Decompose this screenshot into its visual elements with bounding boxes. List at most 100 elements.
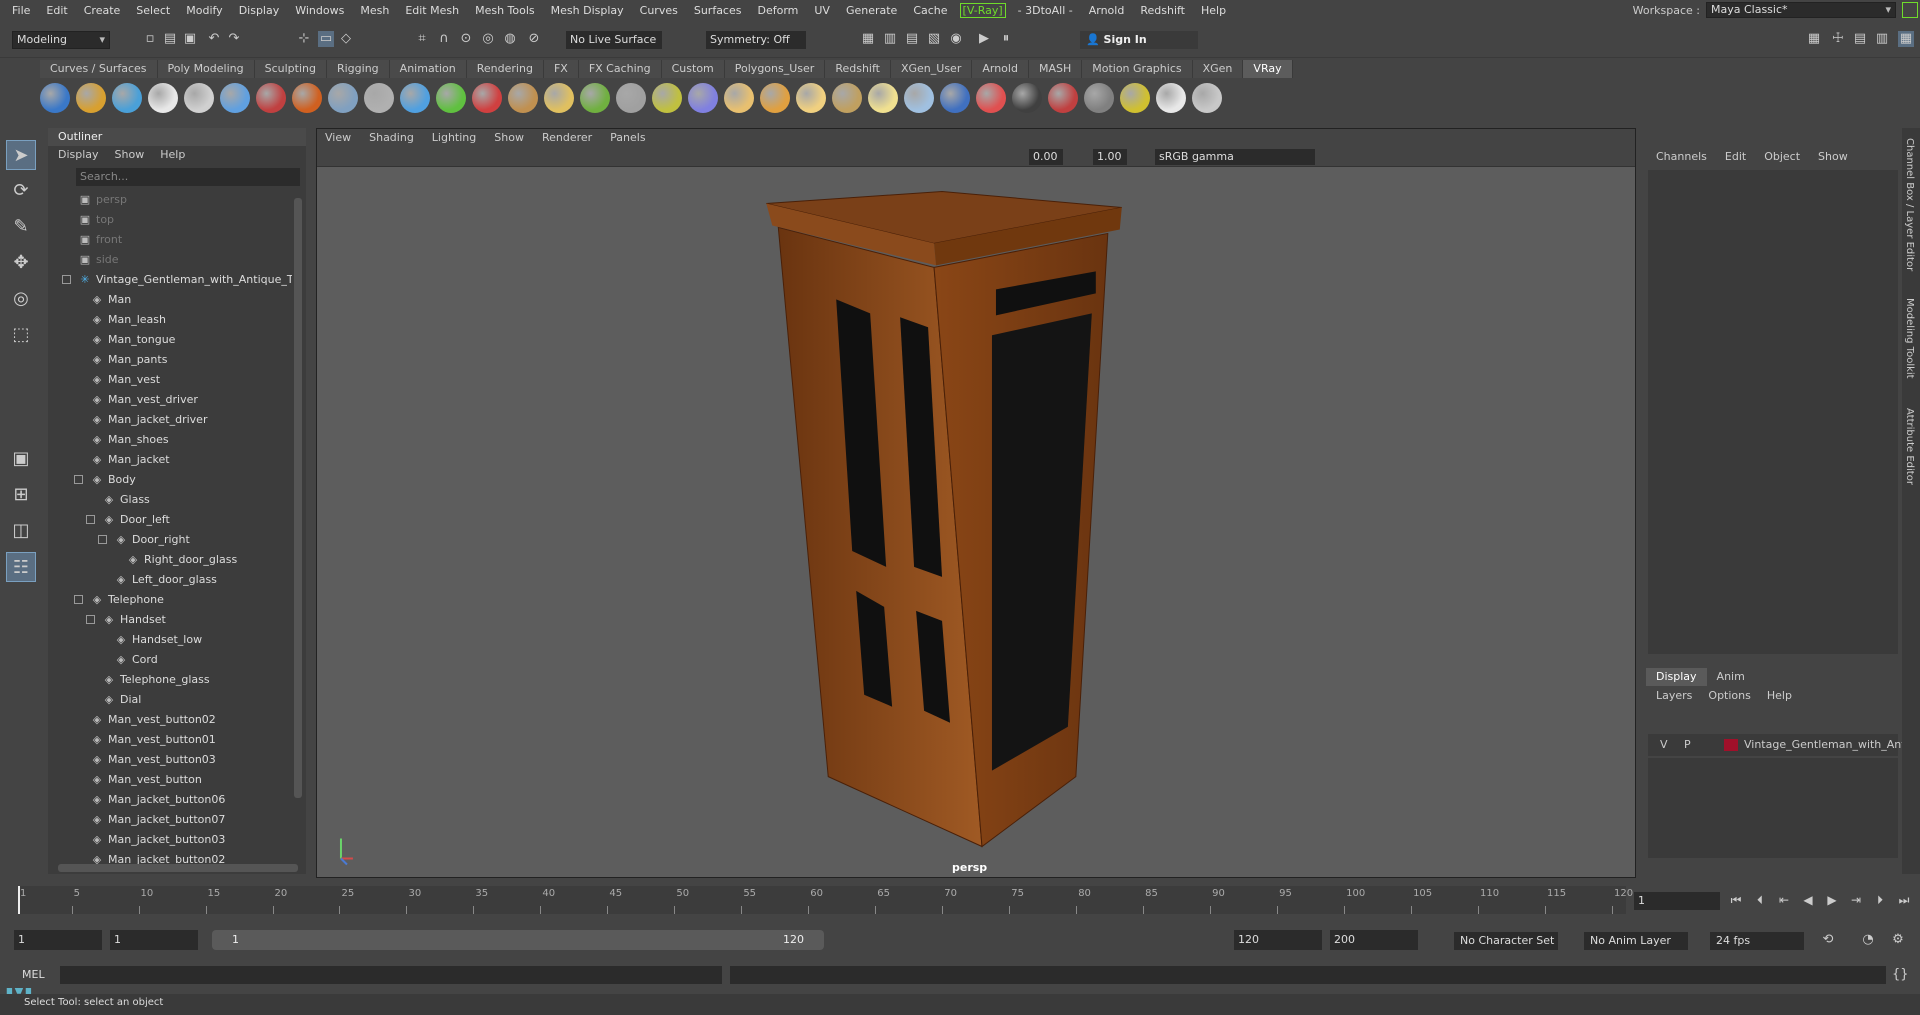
outliner-row[interactable]: ◈ Man_jacket_button02 [48,850,292,864]
range-slider-bar[interactable]: 1 120 [212,930,824,950]
scale-tool-icon[interactable]: ⬚ [6,320,36,350]
layer-visibility-toggle[interactable]: V [1660,734,1668,756]
tool-settings-icon[interactable]: ▥ [1874,31,1890,47]
shelf-tab-custom[interactable]: Custom [661,60,725,78]
shelf-tool-22-icon[interactable] [796,83,826,113]
shelf-tool-8-icon[interactable] [292,83,322,113]
menu-item-mesh-display[interactable]: Mesh Display [543,4,632,17]
modeling-toolkit-icon[interactable]: ▦ [1806,31,1822,47]
outliner-menu-help[interactable]: Help [160,146,185,164]
loop-icon[interactable]: ⟲ [1820,932,1836,948]
outliner-row[interactable]: ◈ Body [48,470,292,490]
outliner-row[interactable]: ◈ Handset [48,610,292,630]
outliner-scrollbar[interactable] [294,198,302,798]
shelf-tool-11-icon[interactable] [400,83,430,113]
shelf-tool-31-icon[interactable] [1120,83,1150,113]
expand-toggle-icon[interactable] [86,515,95,524]
shelf-tab-fx-caching[interactable]: FX Caching [578,60,662,78]
menu-item-display[interactable]: Display [231,4,288,17]
step-forward-key-icon[interactable]: ⇥ [1848,892,1864,908]
step-back-icon[interactable]: ⏴ [1752,892,1768,908]
menu-set-dropdown[interactable]: Modeling [12,31,110,49]
character-controls-icon[interactable]: ☩ [1830,31,1846,47]
shelf-tool-5-icon[interactable] [184,83,214,113]
menu-item-select[interactable]: Select [128,4,178,17]
outliner-row[interactable]: ▣ persp [48,190,292,210]
snap-toggle-icon[interactable]: ⊘ [526,31,542,47]
snap-surface-icon[interactable]: ◍ [502,31,518,47]
menu-item-generate[interactable]: Generate [838,4,905,17]
viewport-menu-lighting[interactable]: Lighting [432,129,476,147]
viewport-menu-show[interactable]: Show [494,129,524,147]
menu-item-arnold[interactable]: Arnold [1081,4,1133,17]
render-sequence-icon[interactable]: ▥ [882,31,898,47]
fps-dropdown[interactable]: 24 fps [1710,932,1804,950]
shelf-tool-3-icon[interactable] [112,83,142,113]
render-frame-icon[interactable]: ▦ [860,31,876,47]
outliner-row[interactable]: ◈ Telephone [48,590,292,610]
shelf-tool-26-icon[interactable] [940,83,970,113]
menu-item-edit-mesh[interactable]: Edit Mesh [397,4,467,17]
outliner-row[interactable]: ◈ Man_vest [48,370,292,390]
render-settings-icon[interactable]: ▧ [926,31,942,47]
exposure-field[interactable]: 0.00 [1029,149,1063,165]
outliner-row[interactable]: ◈ Right_door_glass [48,550,292,570]
outliner-row[interactable]: ▣ top [48,210,292,230]
hypershade-icon[interactable]: ◉ [948,31,964,47]
expand-toggle-icon[interactable] [86,615,95,624]
menu-item-edit[interactable]: Edit [38,4,75,17]
shelf-tool-2-icon[interactable] [76,83,106,113]
channel-box-icon[interactable]: ▦ [1898,31,1914,47]
shelf-tab-vray[interactable]: VRay [1243,60,1293,78]
shelf-tab-animation[interactable]: Animation [389,60,467,78]
playback-end-field[interactable]: 120 [1234,930,1322,950]
side-tab-modeling-toolkit[interactable]: Modeling Toolkit [1904,298,1915,379]
auto-key-icon[interactable]: ◔ [1860,932,1876,948]
shelf-tool-10-icon[interactable] [364,83,394,113]
shelf-tool-32-icon[interactable] [1156,83,1186,113]
layer-tab-display[interactable]: Display [1646,668,1707,686]
outliner-row[interactable]: ◈ Telephone_glass [48,670,292,690]
shelf-tool-9-icon[interactable] [328,83,358,113]
open-scene-icon[interactable]: ▤ [162,31,178,47]
current-frame-marker[interactable] [18,886,28,914]
snap-curve-icon[interactable]: ∩ [436,31,452,47]
pause-icon[interactable]: ⏸ [998,31,1014,47]
viewport-panel[interactable]: View Shading Lighting Show Renderer Pane… [316,128,1636,878]
step-back-key-icon[interactable]: ⇤ [1776,892,1792,908]
shelf-tool-23-icon[interactable] [832,83,862,113]
viewport-canvas[interactable] [317,167,1635,879]
outliner-row[interactable]: ◈ Cord [48,650,292,670]
shelf-tab-motion-graphics[interactable]: Motion Graphics [1082,60,1193,78]
shelf-tab-rendering[interactable]: Rendering [466,60,544,78]
shelf-tool-21-icon[interactable] [760,83,790,113]
shelf-tab-redshift[interactable]: Redshift [825,60,891,78]
shelf-tool-16-icon[interactable] [580,83,610,113]
channel-menu-channels[interactable]: Channels [1656,150,1707,163]
shelf-tab-xgen-user[interactable]: XGen_User [890,60,973,78]
outliner-row[interactable]: ◈ Man_jacket [48,450,292,470]
shelf-tool-24-icon[interactable] [868,83,898,113]
script-editor-icon[interactable]: {} [1892,967,1909,983]
outliner-row[interactable]: ◈ Man [48,290,292,310]
shelf-tool-27-icon[interactable] [976,83,1006,113]
shelf-tab-curves-surfaces[interactable]: Curves / Surfaces [40,60,158,78]
outliner-row[interactable]: ◈ Handset_low [48,630,292,650]
outliner-menu-show[interactable]: Show [115,146,145,164]
side-tab-attribute-editor[interactable]: Attribute Editor [1904,408,1915,485]
menu-item-deform[interactable]: Deform [749,4,806,17]
outliner-row[interactable]: ◈ Man_vest_button01 [48,730,292,750]
outliner-row[interactable]: ◈ Man_jacket_button07 [48,810,292,830]
shelf-tool-18-icon[interactable] [652,83,682,113]
channel-menu-show[interactable]: Show [1818,150,1848,163]
character-set-dropdown[interactable]: No Character Set [1454,932,1558,950]
outliner-row[interactable]: ✳ Vintage_Gentleman_with_Antique_Te [48,270,292,290]
outliner-row[interactable]: ◈ Man_pants [48,350,292,370]
paint-select-tool-icon[interactable]: ✎ [6,212,36,242]
play-forward-icon[interactable]: ▶ [1824,892,1840,908]
menu-item-mesh-tools[interactable]: Mesh Tools [467,4,543,17]
live-surface-field[interactable]: No Live Surface [566,31,662,49]
undo-icon[interactable]: ↶ [206,31,222,47]
menu-item-windows[interactable]: Windows [287,4,352,17]
outliner-menu-display[interactable]: Display [58,146,99,164]
